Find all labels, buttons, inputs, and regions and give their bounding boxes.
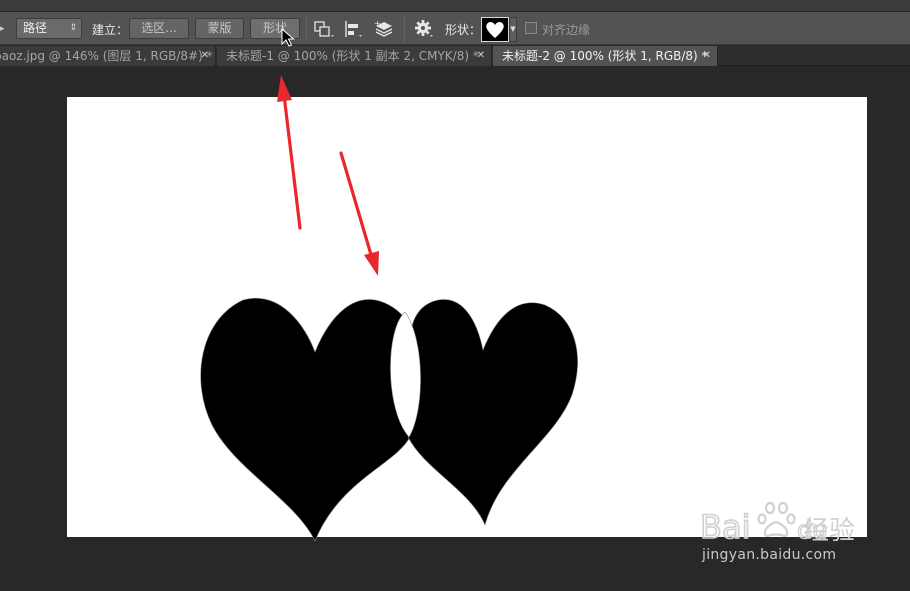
tab-label: 未标题-1 @ 100% (形状 1 副本 2, CMYK/8) * (226, 49, 479, 63)
align-edges-checkbox[interactable] (525, 22, 537, 34)
close-icon[interactable]: ✕ (477, 46, 485, 66)
svg-text:+: + (374, 19, 381, 28)
path-operations-icon[interactable] (312, 18, 336, 40)
tab-label: paoz.jpg @ 146% (图层 1, RGB/8#) * (0, 49, 213, 63)
menu-bar (0, 0, 910, 12)
gear-icon[interactable] (412, 18, 436, 40)
document-tab-bar: paoz.jpg @ 146% (图层 1, RGB/8#) * ✕ 未标题-1… (0, 46, 910, 66)
options-bar: ▸ 路径 ⇕ 建立： 选区... 蒙版 形状 + 形状： ▼ 对齐边缘 (0, 12, 910, 45)
tab-untitled-1[interactable]: 未标题-1 @ 100% (形状 1 副本 2, CMYK/8) * ✕ (217, 46, 492, 66)
tab-paoz[interactable]: paoz.jpg @ 146% (图层 1, RGB/8#) * ✕ (0, 46, 216, 66)
separator (306, 16, 307, 42)
close-icon[interactable]: ✕ (201, 46, 209, 66)
watermark-url: jingyan.baidu.com (702, 547, 837, 563)
make-selection-button[interactable]: 选区... (129, 18, 189, 39)
shape-label: 形状： (445, 23, 482, 37)
shape-picker-dropdown-arrow[interactable]: ▼ (509, 17, 517, 42)
close-icon[interactable]: ✕ (703, 46, 711, 66)
tool-preset-edge: ▸ (0, 24, 5, 34)
updown-arrow-icon: ⇕ (69, 23, 77, 33)
tool-mode-select[interactable]: 路径 ⇕ (16, 18, 82, 39)
path-arrangement-icon[interactable]: + (372, 18, 396, 40)
tab-label: 未标题-2 @ 100% (形状 1, RGB/8) * (502, 49, 708, 63)
shape-picker[interactable] (481, 17, 509, 42)
separator (404, 16, 405, 42)
align-edges-label: 对齐边缘 (542, 23, 591, 37)
document-canvas[interactable] (67, 97, 867, 537)
tab-untitled-2[interactable]: 未标题-2 @ 100% (形状 1, RGB/8) * ✕ (493, 46, 718, 66)
tool-mode-value: 路径 (23, 21, 48, 35)
watermark-product: 经验 (803, 516, 856, 546)
make-shape-button[interactable]: 形状 (250, 18, 300, 39)
heart-shape-icon (486, 22, 504, 38)
make-label: 建立： (92, 23, 129, 37)
path-alignment-icon[interactable] (342, 18, 366, 40)
make-mask-button[interactable]: 蒙版 (195, 18, 244, 39)
